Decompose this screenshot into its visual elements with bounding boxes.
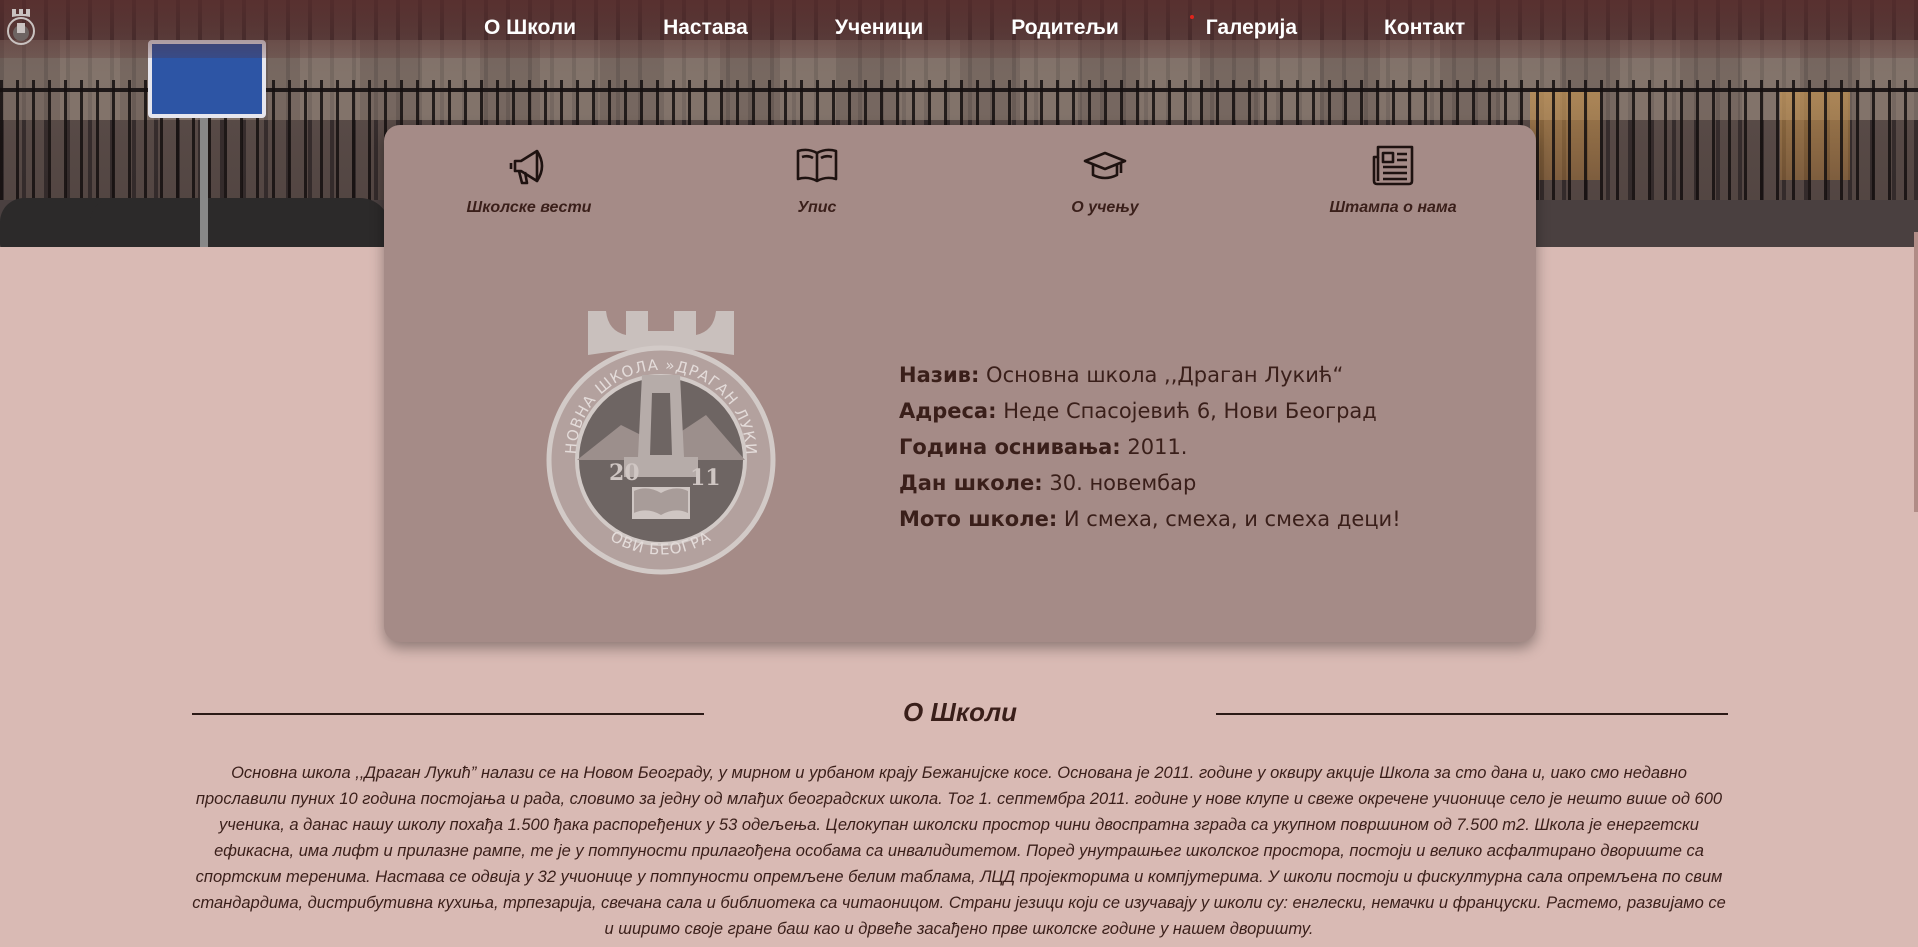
svg-text:20: 20 bbox=[609, 460, 640, 486]
info-motto-value: И смеха, смеха, и смеха деци! bbox=[1057, 507, 1401, 531]
nav-item-nastava[interactable]: Настава bbox=[663, 16, 748, 40]
about-text: Основна школа ,,Драган Лукић” налази се … bbox=[192, 764, 1726, 938]
quick-link-label: Школске вести bbox=[466, 199, 592, 216]
main-menu: О Школи Настава Ученици Родитељи Галериј… bbox=[484, 16, 1465, 40]
info-address-value: Неде Спасојевић 6, Нови Београд bbox=[996, 399, 1377, 423]
info-address-row: Адреса: Неде Спасојевић 6, Нови Београд bbox=[899, 393, 1401, 429]
quick-link-label: Штампа о нама bbox=[1329, 199, 1457, 216]
notification-dot bbox=[1190, 15, 1194, 19]
nav-item-ucenici[interactable]: Ученици bbox=[835, 16, 923, 40]
info-motto-label: Мото школе: bbox=[899, 507, 1058, 531]
quick-link-news[interactable]: Школске вести bbox=[429, 143, 629, 217]
info-address-label: Адреса: bbox=[899, 399, 997, 423]
newspaper-icon bbox=[1372, 145, 1414, 186]
info-motto-row: Мото школе: И смеха, смеха, и смеха деци… bbox=[899, 501, 1401, 537]
nav-item-kontakt[interactable]: Контакт bbox=[1384, 16, 1465, 40]
school-info-list: Назив: Основна школа ,,Драган Лукић“ Адр… bbox=[899, 357, 1401, 537]
scrollbar[interactable] bbox=[1914, 232, 1918, 512]
quick-link-enrollment[interactable]: Упис bbox=[717, 143, 917, 217]
hero-sign-pole bbox=[200, 118, 208, 247]
info-day-value: 30. новембар bbox=[1042, 471, 1197, 495]
divider-right bbox=[1216, 713, 1728, 715]
quick-link-label: Упис bbox=[797, 199, 837, 216]
quick-link-label: О учењу bbox=[1071, 199, 1139, 216]
info-name-row: Назив: Основна школа ,,Драган Лукић“ bbox=[899, 357, 1401, 393]
quick-links: Школске вести Упис О учењу Штампа о нама bbox=[384, 143, 1536, 233]
info-founded-value: 2011. bbox=[1120, 435, 1188, 459]
info-founded-row: Година оснивања: 2011. bbox=[899, 429, 1401, 465]
graduation-cap-icon bbox=[1083, 151, 1127, 180]
quick-link-learning[interactable]: О учењу bbox=[1005, 143, 1205, 217]
info-name-label: Назив: bbox=[899, 363, 980, 387]
nav-item-galerija[interactable]: Галерија bbox=[1206, 16, 1297, 40]
megaphone-icon bbox=[509, 149, 544, 185]
top-navbar: О Школи Настава Ученици Родитељи Галериј… bbox=[0, 0, 1918, 58]
school-logo-icon[interactable] bbox=[6, 5, 36, 49]
info-day-label: Дан школе: bbox=[899, 471, 1043, 495]
school-emblem: 20 11 ОСНОВНА ШКОЛА »ДРАГАН ЛУКИЋ« НОВИ … bbox=[546, 305, 776, 575]
nav-item-roditelji[interactable]: Родитељи bbox=[1011, 16, 1119, 40]
info-name-value: Основна школа ,,Драган Лукић“ bbox=[979, 363, 1344, 387]
about-section-header: О Школи bbox=[192, 697, 1728, 737]
svg-text:11: 11 bbox=[690, 465, 721, 491]
info-founded-label: Година оснивања: bbox=[899, 435, 1121, 459]
nav-item-o-skoli[interactable]: О Школи bbox=[484, 16, 576, 40]
hero-car bbox=[90, 198, 390, 247]
book-icon bbox=[796, 148, 838, 183]
quick-link-press[interactable]: Штампа о нама bbox=[1293, 143, 1493, 217]
info-day-row: Дан школе: 30. новембар bbox=[899, 465, 1401, 501]
school-info-card: Школске вести Упис О учењу Штампа о нама… bbox=[384, 125, 1536, 642]
